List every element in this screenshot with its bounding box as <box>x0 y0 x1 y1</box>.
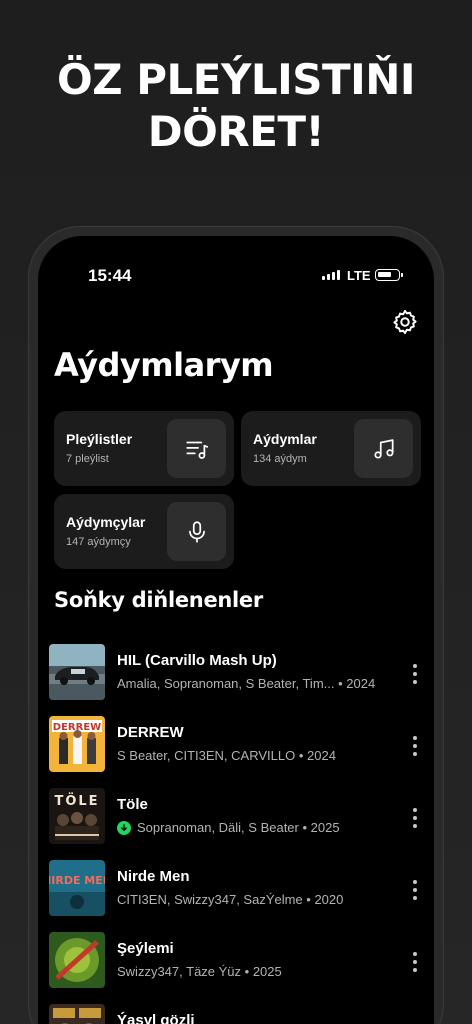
music-note-icon <box>354 419 413 478</box>
album-art: DERREW <box>49 716 105 772</box>
more-options-icon[interactable] <box>408 880 422 900</box>
track-meta-text: S Beater, CITI3EN, CARVILLO • 2024 <box>117 748 336 763</box>
track-meta: Sopranoman, Däli, S Beater • 2025 <box>117 820 340 835</box>
more-options-icon[interactable] <box>408 952 422 972</box>
track-title: Şeýlemi <box>117 940 174 957</box>
status-bar: 15:44 LTE <box>38 266 434 290</box>
track-meta: CITI3EN, Swizzy347, SazÝelme • 2020 <box>117 892 343 907</box>
track-title: Nirde Men <box>117 868 190 885</box>
settings-gear-icon[interactable] <box>391 308 419 336</box>
track-title: HIL (Carvillo Mash Up) <box>117 652 277 669</box>
track-meta-text: CITI3EN, Swizzy347, SazÝelme • 2020 <box>117 892 344 907</box>
album-art <box>49 932 105 988</box>
page-title: Aýdymlarym <box>54 346 274 384</box>
card-songs[interactable]: Aýdymlar 134 aýdym <box>241 411 421 486</box>
track-meta-text: Sopranoman, Däli, S Beater • 2025 <box>137 820 340 835</box>
card-playlists[interactable]: Pleýlistler 7 pleýlist <box>54 411 234 486</box>
battery-icon <box>375 269 403 281</box>
album-art: TÖLE <box>49 788 105 844</box>
album-art-text: TÖLE <box>54 793 99 809</box>
track-meta: Swizzy347, Täze Ýüz • 2025 <box>117 964 282 979</box>
phone-frame: 15:44 LTE Aýdymlarym Pleýlistler 7 pleýl… <box>28 226 444 1024</box>
track-title: Ýaşyl gözli <box>117 1012 195 1024</box>
track-meta: Amalia, Sopranoman, S Beater, Tim... • 2… <box>117 676 375 691</box>
recent-track-row[interactable]: TÖLE Töle Sopranoman, Däli, S Beater • 2… <box>38 788 434 846</box>
playlist-icon <box>167 419 226 478</box>
album-art: NIRDE MEN <box>49 860 105 916</box>
recent-track-row[interactable]: NIRDE MEN Nirde Men CITI3EN, Swizzy347, … <box>38 860 434 918</box>
network-label: LTE <box>347 268 371 283</box>
promo-headline: ÖZ PLEÝLISTIŇI DÖRET! <box>0 54 472 158</box>
track-meta-text: Amalia, Sopranoman, S Beater, Tim... • 2… <box>117 676 376 691</box>
card-title: Aýdymçylar <box>66 514 146 530</box>
promo-line-1: ÖZ PLEÝLISTIŇI <box>56 55 416 104</box>
more-options-icon[interactable] <box>408 736 422 756</box>
track-title: DERREW <box>117 724 184 741</box>
recent-track-row[interactable]: DERREW DERREW S Beater, CITI3EN, CARVILL… <box>38 716 434 774</box>
album-art <box>49 644 105 700</box>
card-artists[interactable]: Aýdymçylar 147 aýdymçy <box>54 494 234 569</box>
more-options-icon[interactable] <box>408 808 422 828</box>
signal-icon <box>322 270 340 280</box>
more-options-icon[interactable] <box>408 664 422 684</box>
album-art <box>49 1004 105 1024</box>
promo-line-2: DÖRET! <box>147 107 325 156</box>
track-meta-text: Swizzy347, Täze Ýüz • 2025 <box>117 964 282 979</box>
card-subtitle: 7 pleýlist <box>66 453 109 465</box>
card-subtitle: 147 aýdymçy <box>66 536 131 548</box>
downloaded-icon <box>117 820 131 835</box>
card-title: Pleýlistler <box>66 431 133 447</box>
microphone-icon <box>167 502 226 561</box>
recent-track-row[interactable]: Şeýlemi Swizzy347, Täze Ýüz • 2025 <box>38 932 434 990</box>
track-title: Töle <box>117 796 148 813</box>
status-time: 15:44 <box>88 266 132 285</box>
album-art-text: NIRDE MEN <box>49 874 105 887</box>
recent-track-row[interactable]: Ýaşyl gözli <box>38 1004 434 1024</box>
track-meta: S Beater, CITI3EN, CARVILLO • 2024 <box>117 748 336 763</box>
recent-track-row[interactable]: HIL (Carvillo Mash Up) Amalia, Sopranoma… <box>38 644 434 702</box>
app-screen: 15:44 LTE Aýdymlarym Pleýlistler 7 pleýl… <box>38 236 434 1024</box>
card-title: Aýdymlar <box>253 431 317 447</box>
card-subtitle: 134 aýdym <box>253 453 307 465</box>
section-title-recent: Soňky diňlenenler <box>54 588 263 612</box>
